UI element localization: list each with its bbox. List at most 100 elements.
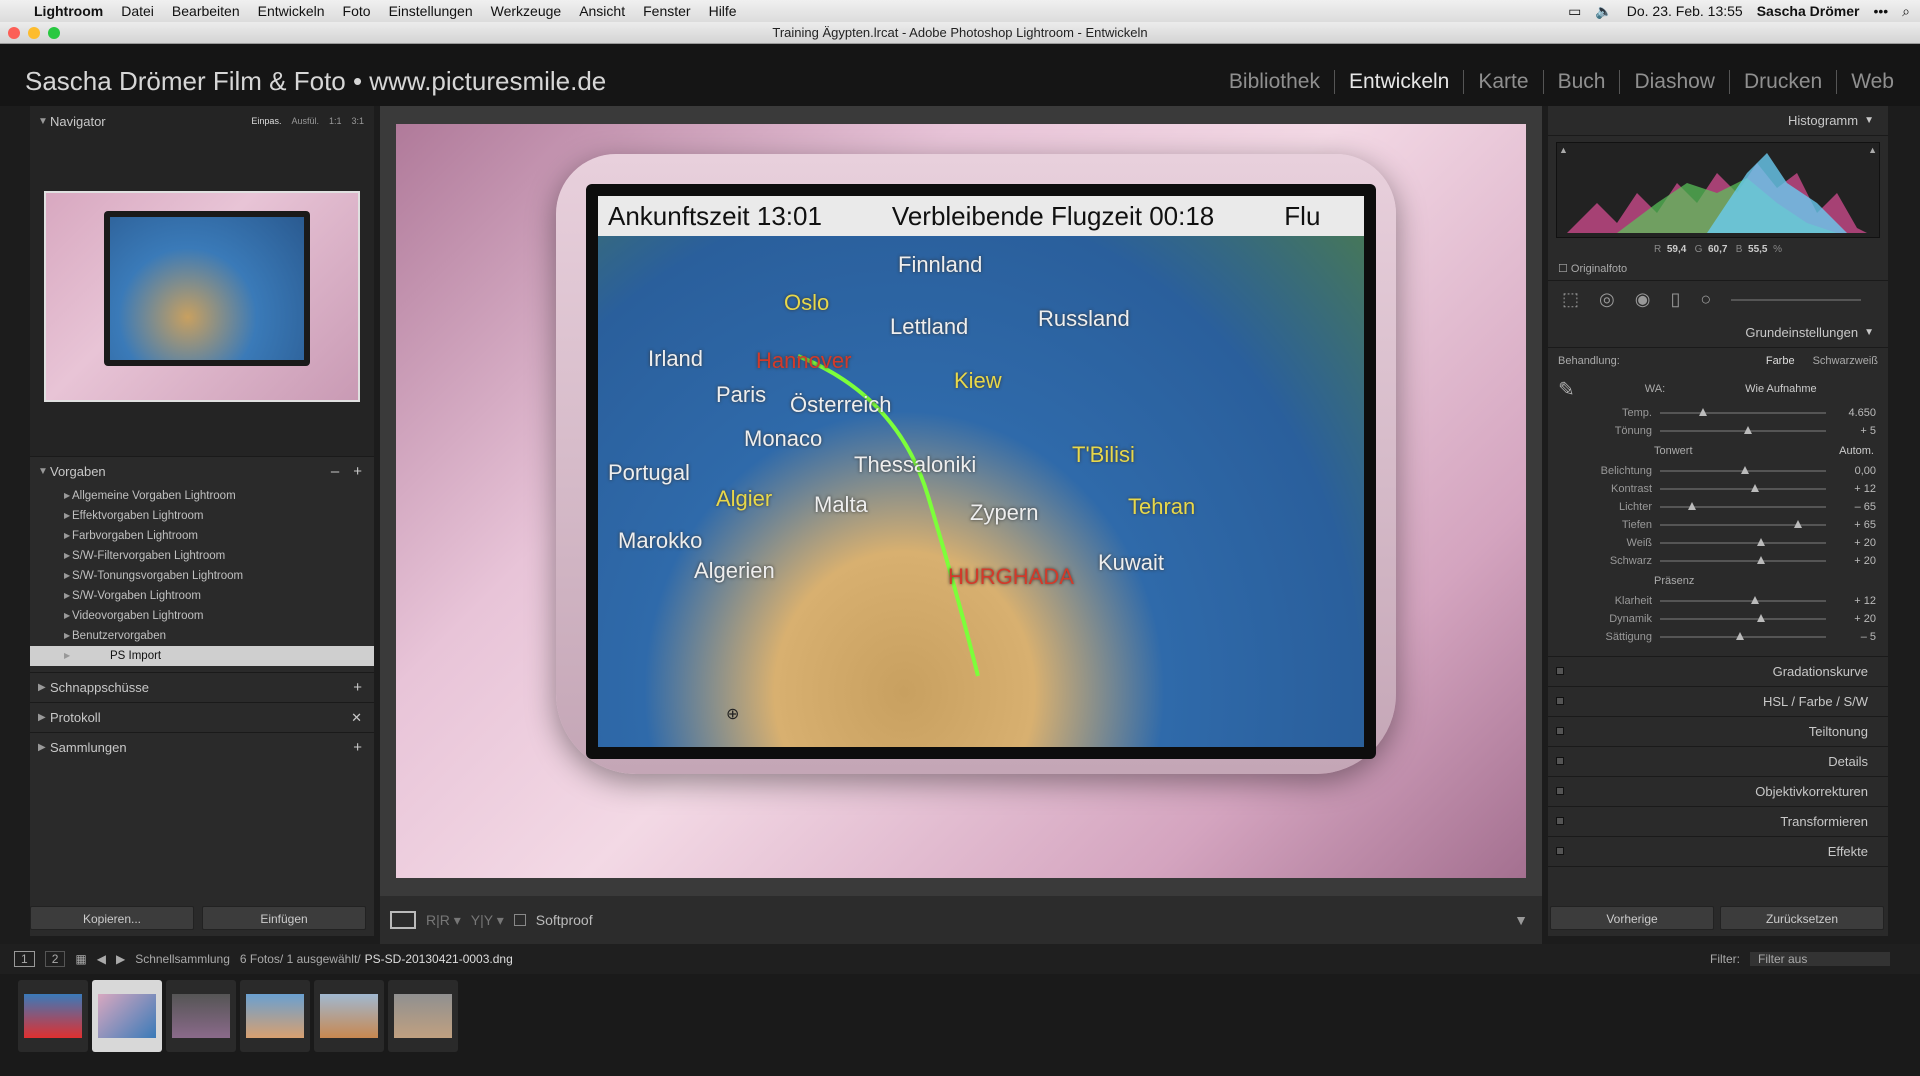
- copy-settings-button[interactable]: Kopieren...: [30, 906, 194, 930]
- preset-folder[interactable]: S/W-Vorgaben Lightroom: [30, 586, 374, 606]
- screen-mirror-icon[interactable]: ▭: [1568, 3, 1581, 20]
- slider-knob[interactable]: [1698, 408, 1707, 416]
- zoom-3-1[interactable]: 3:1: [351, 116, 364, 126]
- add-snapshot-icon[interactable]: +: [353, 679, 362, 696]
- histogram-graph[interactable]: ▲ ▲: [1556, 142, 1880, 238]
- slider-knob[interactable]: [1794, 520, 1803, 528]
- slider-value[interactable]: + 12: [1826, 483, 1876, 495]
- module-entwickeln[interactable]: Entwickeln: [1333, 70, 1463, 94]
- source-label[interactable]: Schnellsammlung: [135, 952, 230, 966]
- filmstrip-thumb[interactable]: [240, 980, 310, 1052]
- panel-split-toning[interactable]: Teiltonung: [1548, 717, 1888, 747]
- slider-track[interactable]: [1660, 614, 1826, 622]
- panel-lens-corrections[interactable]: Objektivkorrekturen: [1548, 777, 1888, 807]
- view-1-button[interactable]: 1: [14, 951, 35, 967]
- panel-hsl[interactable]: HSL / Farbe / S/W: [1548, 687, 1888, 717]
- slider-0[interactable]: Temp. 4.650: [1548, 404, 1888, 422]
- slider-value[interactable]: 4.650: [1826, 407, 1876, 419]
- forward-arrow-icon[interactable]: ▶: [116, 952, 125, 966]
- add-collection-icon[interactable]: +: [353, 739, 362, 756]
- module-diashow[interactable]: Diashow: [1619, 70, 1729, 94]
- previous-button[interactable]: Vorherige: [1550, 906, 1714, 930]
- back-arrow-icon[interactable]: ◀: [97, 952, 106, 966]
- panel-details[interactable]: Details: [1548, 747, 1888, 777]
- collections-header[interactable]: ▶ Sammlungen +: [30, 732, 374, 762]
- menu-hilfe[interactable]: Hilfe: [709, 3, 737, 19]
- slider-value[interactable]: + 5: [1826, 425, 1876, 437]
- slider-knob[interactable]: [1750, 596, 1759, 604]
- menu-app[interactable]: Lightroom: [34, 3, 103, 19]
- original-photo-toggle[interactable]: ☐ Originalfoto: [1548, 258, 1888, 280]
- menu-fenster[interactable]: Fenster: [643, 3, 690, 19]
- slider-track[interactable]: [1660, 520, 1826, 528]
- slider-track[interactable]: [1660, 596, 1826, 604]
- preset-folder[interactable]: S/W-Tonungsvorgaben Lightroom: [30, 566, 374, 586]
- slider-track[interactable]: [1660, 632, 1826, 640]
- auto-tone-button[interactable]: Autom.: [1839, 445, 1874, 457]
- eyedropper-icon[interactable]: ✎: [1558, 377, 1575, 402]
- paste-settings-button[interactable]: Einfügen: [202, 906, 366, 930]
- slider-value[interactable]: + 20: [1826, 613, 1876, 625]
- slider-2[interactable]: Belichtung 0,00: [1548, 462, 1888, 480]
- clear-history-icon[interactable]: ✕: [351, 710, 362, 726]
- slider-knob[interactable]: [1744, 426, 1753, 434]
- minimize-window-button[interactable]: [28, 27, 40, 39]
- wb-select[interactable]: Wie Aufnahme: [1745, 383, 1817, 395]
- panel-tone-curve[interactable]: Gradationskurve: [1548, 657, 1888, 687]
- preset-folder-user[interactable]: Benutzervorgaben: [30, 626, 374, 646]
- panel-toggle[interactable]: [1556, 667, 1564, 675]
- menu-datei[interactable]: Datei: [121, 3, 154, 19]
- menu-einstellungen[interactable]: Einstellungen: [389, 3, 473, 19]
- filmstrip-thumb[interactable]: [314, 980, 384, 1052]
- treatment-color[interactable]: Farbe: [1766, 355, 1795, 367]
- snapshots-header[interactable]: ▶ Schnappschüsse +: [30, 672, 374, 702]
- history-header[interactable]: ▶ Protokoll ✕: [30, 702, 374, 732]
- slider-track[interactable]: [1660, 408, 1826, 416]
- clock[interactable]: Do. 23. Feb. 13:55: [1627, 3, 1743, 19]
- menu-entwickeln[interactable]: Entwickeln: [258, 3, 325, 19]
- photo-canvas[interactable]: Ankunftszeit 13:01 Verbleibende Flugzeit…: [380, 106, 1542, 896]
- red-eye-icon[interactable]: ◉: [1635, 289, 1651, 310]
- slider-value[interactable]: 0,00: [1826, 465, 1876, 477]
- slider-value[interactable]: + 65: [1826, 519, 1876, 531]
- reset-button[interactable]: Zurücksetzen: [1720, 906, 1884, 930]
- menu-werkzeuge[interactable]: Werkzeuge: [491, 3, 562, 19]
- module-web[interactable]: Web: [1836, 70, 1908, 94]
- slider-10[interactable]: Sättigung – 5: [1548, 628, 1888, 646]
- module-bibliothek[interactable]: Bibliothek: [1215, 70, 1334, 94]
- before-after-mode-icon[interactable]: Y|Y ▾: [471, 912, 504, 929]
- navigator-preview[interactable]: [44, 191, 360, 402]
- slider-1[interactable]: Tönung + 5: [1548, 422, 1888, 440]
- preset-folder[interactable]: S/W-Filtervorgaben Lightroom: [30, 546, 374, 566]
- histogram-header[interactable]: Histogramm ▼: [1548, 106, 1888, 136]
- slider-knob[interactable]: [1741, 466, 1749, 474]
- slider-knob[interactable]: [1750, 484, 1759, 492]
- toolbar-menu-icon[interactable]: ▼: [1514, 912, 1528, 928]
- graduated-filter-icon[interactable]: ▯: [1670, 289, 1680, 310]
- slider-knob[interactable]: [1687, 502, 1696, 510]
- filmstrip-thumb[interactable]: [166, 980, 236, 1052]
- shadow-clip-icon[interactable]: ▲: [1559, 145, 1568, 155]
- filter-select[interactable]: Filter aus: [1750, 952, 1890, 966]
- current-filename[interactable]: PS-SD-20130421-0003.dng: [365, 952, 513, 966]
- menu-foto[interactable]: Foto: [343, 3, 371, 19]
- close-window-button[interactable]: [8, 27, 20, 39]
- add-preset-icon[interactable]: +: [353, 463, 362, 480]
- zoom-fit[interactable]: Einpas.: [251, 116, 281, 126]
- panel-toggle[interactable]: [1556, 817, 1564, 825]
- slider-track[interactable]: [1660, 538, 1826, 546]
- slider-track[interactable]: [1660, 556, 1826, 564]
- highlight-clip-icon[interactable]: ▲: [1868, 145, 1877, 155]
- treatment-bw[interactable]: Schwarzweiß: [1813, 355, 1878, 367]
- panel-effects[interactable]: Effekte: [1548, 837, 1888, 867]
- more-icon[interactable]: •••: [1873, 3, 1888, 19]
- panel-toggle[interactable]: [1556, 697, 1564, 705]
- slider-7[interactable]: Schwarz + 20: [1548, 552, 1888, 570]
- slider-value[interactable]: – 5: [1826, 631, 1876, 643]
- before-after-icon[interactable]: R|R ▾: [426, 912, 461, 929]
- filmstrip-thumb[interactable]: [18, 980, 88, 1052]
- module-karte[interactable]: Karte: [1463, 70, 1542, 94]
- slider-9[interactable]: Dynamik + 20: [1548, 610, 1888, 628]
- panel-transform[interactable]: Transformieren: [1548, 807, 1888, 837]
- slider-knob[interactable]: [1757, 538, 1766, 546]
